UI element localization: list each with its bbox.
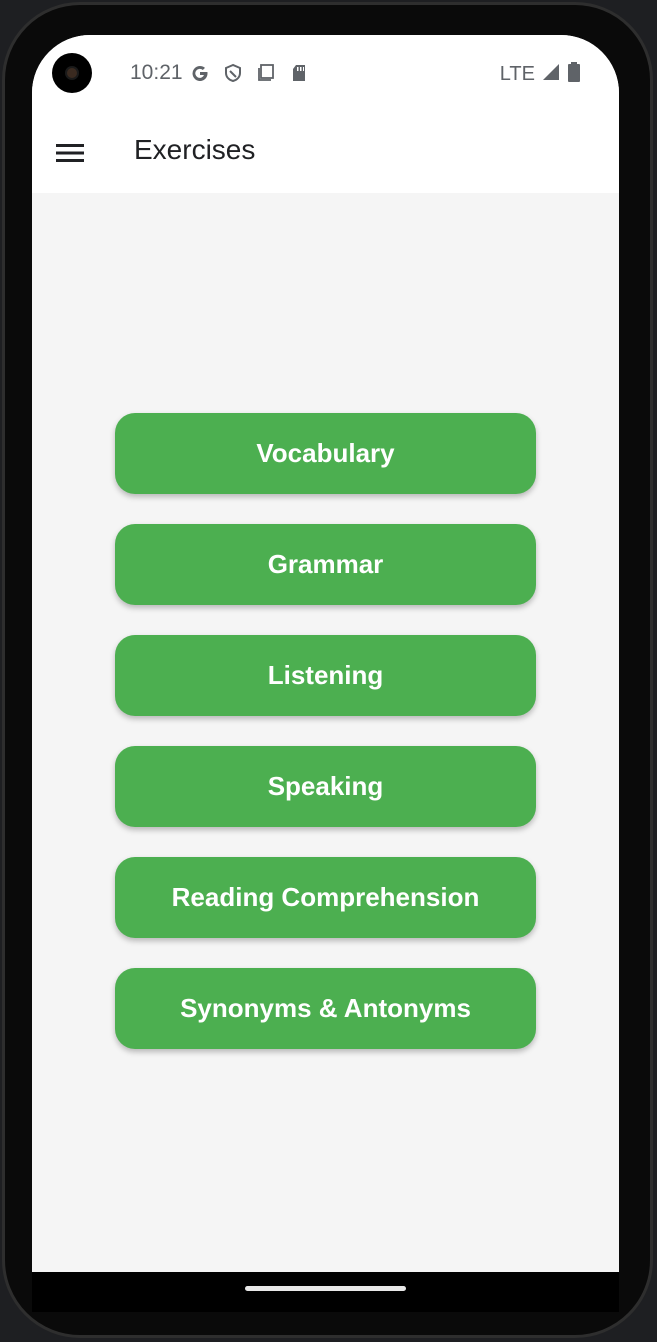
battery-icon (567, 61, 581, 88)
hamburger-menu-button[interactable] (48, 131, 92, 175)
hamburger-menu-icon (56, 144, 84, 162)
page-title: Exercises (134, 134, 256, 165)
phone-screen: 10:21 LTE Exercises Vocabulary Grammar L… (32, 35, 619, 1272)
status-right-group: LTE (500, 61, 581, 88)
front-camera (52, 53, 92, 93)
synonyms-antonyms-button[interactable]: Synonyms & Antonyms (115, 968, 536, 1049)
status-time: 10:21 (130, 61, 183, 84)
vocabulary-button[interactable]: Vocabulary (115, 413, 536, 494)
navigation-bar (32, 1272, 619, 1312)
speaking-button[interactable]: Speaking (115, 746, 536, 827)
listening-button[interactable]: Listening (115, 635, 536, 716)
camera-lens (67, 68, 77, 78)
screenshot-icon (254, 61, 277, 84)
signal-icon (541, 62, 561, 87)
reading-comprehension-button[interactable]: Reading Comprehension (115, 857, 536, 938)
app-bar: Exercises (32, 111, 619, 193)
status-bar: 10:21 LTE (32, 35, 619, 111)
home-gesture-handle[interactable] (245, 1286, 406, 1291)
notification-icons (188, 61, 310, 84)
network-type: LTE (499, 63, 535, 85)
sd-card-icon (287, 61, 310, 84)
exercise-button-list: Vocabulary Grammar Listening Speaking Re… (115, 413, 536, 1079)
grammar-button[interactable]: Grammar (115, 524, 536, 605)
shield-icon (221, 61, 244, 84)
google-icon (188, 61, 211, 84)
